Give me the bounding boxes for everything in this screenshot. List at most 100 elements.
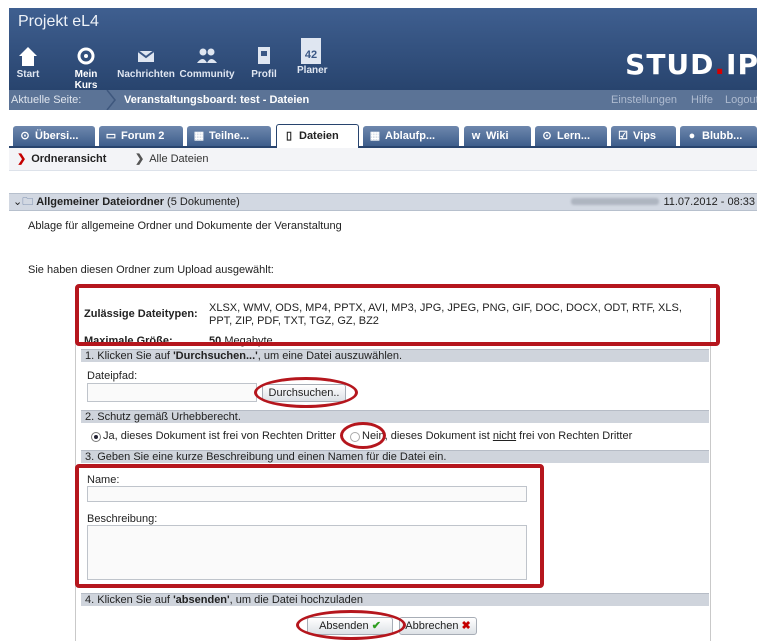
tab-wiki-label: Wiki xyxy=(486,130,509,142)
profile-icon xyxy=(258,47,270,64)
learning-icon: ⊙ xyxy=(542,130,552,142)
step-4-pre: 4. Klicken Sie auf xyxy=(85,594,174,606)
tab-learning[interactable]: ⊙ Lern... xyxy=(535,126,607,146)
step-4-post: , um die Datei hochzuladen xyxy=(229,594,363,606)
nav-community[interactable]: Community xyxy=(179,44,235,80)
studip-logo: STUD.IP xyxy=(625,48,757,81)
folder-header[interactable]: ⌄🗀 Allgemeiner Dateiordner (5 Dokumente) … xyxy=(9,193,757,211)
step-4-bold: 'absenden' xyxy=(173,594,230,606)
nav-mein-kurs[interactable]: Mein Kurs xyxy=(62,44,110,91)
step-1-bold: 'Durchsuchen...' xyxy=(173,350,258,362)
all-files-link[interactable]: ❯ Alle Dateien xyxy=(135,148,209,170)
cancel-button-label: Abbrechen xyxy=(405,620,459,632)
files-icon: ▯ xyxy=(285,130,293,142)
step-2-header: 2. Schutz gemäß Urhebberecht. xyxy=(81,410,709,423)
blubber-icon: ● xyxy=(688,130,696,142)
forum-icon: ▭ xyxy=(105,130,117,142)
annotation-highlight-radio-no xyxy=(340,422,386,449)
chevron-right-icon: ❯ xyxy=(135,153,145,165)
tab-files-label: Dateien xyxy=(299,130,339,142)
chevron-right-icon xyxy=(106,90,116,110)
nav-planer[interactable]: 42 Planer xyxy=(297,38,328,76)
copyright-yes-label[interactable]: Ja, dieses Dokument ist frei von Rechten… xyxy=(103,430,336,442)
logout-link[interactable]: Logout xyxy=(725,90,757,110)
tab-vips-label: Vips xyxy=(633,130,657,142)
tab-learning-label: Lern... xyxy=(557,130,591,142)
blurred-author xyxy=(571,198,659,205)
annotation-highlight-browse xyxy=(254,377,358,408)
nav-mein-kurs-label: Mein Kurs xyxy=(74,69,98,91)
upload-notice: Sie haben diesen Ordner zum Upload ausge… xyxy=(28,264,274,276)
step-1-header: 1. Klicken Sie auf 'Durchsuchen...', um … xyxy=(81,349,709,362)
wiki-icon: w xyxy=(471,130,481,142)
breadcrumb: Aktuelle Seite: Veranstaltungsboard: tes… xyxy=(9,90,757,110)
community-icon xyxy=(197,48,217,63)
tab-schedule-label: Ablaufp... xyxy=(385,130,436,142)
annotation-highlight-filetypes xyxy=(75,284,720,346)
copyright-yes-radio[interactable] xyxy=(91,432,101,442)
nav-start[interactable]: Start xyxy=(13,44,43,80)
files-subnav: ❯ Ordneransicht ❯ Alle Dateien xyxy=(9,148,757,171)
nav-community-label: Community xyxy=(179,69,235,80)
filepath-label: Dateipfad: xyxy=(87,370,138,382)
annotation-highlight-submit xyxy=(296,610,406,640)
close-icon: ✖ xyxy=(461,620,471,632)
nav-planer-label: Planer xyxy=(297,65,328,76)
home-icon xyxy=(19,47,37,66)
tab-overview-label: Übersi... xyxy=(35,130,79,142)
tab-wiki[interactable]: w Wiki xyxy=(464,126,531,146)
course-icon xyxy=(77,47,95,65)
tab-participants[interactable]: ▦ Teilne... xyxy=(187,126,271,146)
participants-icon: ▦ xyxy=(193,130,205,142)
folder-date: 11.07.2012 - 08:33 xyxy=(663,196,755,208)
logo-right: IP xyxy=(726,48,757,81)
settings-link[interactable]: Einstellungen xyxy=(611,90,677,110)
chevron-down-icon: ⌄ xyxy=(13,196,23,208)
copyright-no-underline: nicht xyxy=(492,430,517,442)
logo-dot: . xyxy=(714,48,727,81)
tab-vips[interactable]: ☑ Vips xyxy=(611,126,676,146)
tab-forum-label: Forum 2 xyxy=(121,130,165,142)
copyright-no-post: frei von Rechten Dritter xyxy=(516,430,633,442)
copyright-no-label[interactable]: Nein, dieses Dokument ist nicht frei von… xyxy=(362,430,632,442)
app-window: Projekt eL4 Start Mein Kurs Nachrichten … xyxy=(9,8,757,641)
schedule-icon: ▦ xyxy=(369,130,381,142)
all-files-label: Alle Dateien xyxy=(149,153,209,165)
tab-forum[interactable]: ▭ Forum 2 xyxy=(99,126,183,146)
folder-description: Ablage für allgemeine Ordner und Dokumen… xyxy=(28,220,342,232)
folder-view-label: Ordneransicht xyxy=(31,153,107,165)
folder-title: Allgemeiner Dateiordner xyxy=(36,196,164,208)
nav-nachrichten-label: Nachrichten xyxy=(117,69,175,80)
step-3-header: 3. Geben Sie eine kurze Beschreibung und… xyxy=(81,450,709,463)
tab-blubber[interactable]: ● Blubb... xyxy=(680,126,757,146)
course-tabs: ⊙ Übersi... ▭ Forum 2 ▦ Teilne... ▯ Dateien … xyxy=(9,122,757,148)
logo-left: STUD xyxy=(625,48,715,81)
cancel-button[interactable]: Abbrechen ✖ xyxy=(399,617,477,635)
tab-files[interactable]: ▯ Dateien xyxy=(276,124,359,148)
calendar-day: 42 xyxy=(304,49,318,61)
step-1-pre: 1. Klicken Sie auf xyxy=(85,350,174,362)
tab-blubber-label: Blubb... xyxy=(702,130,743,142)
tab-schedule[interactable]: ▦ Ablaufp... xyxy=(363,126,459,146)
step-1-post: , um eine Datei auszuwählen. xyxy=(257,350,403,362)
top-header: Projekt eL4 Start Mein Kurs Nachrichten … xyxy=(9,8,757,91)
app-title: Projekt eL4 xyxy=(18,13,99,30)
folder-view-link[interactable]: ❯ Ordneransicht xyxy=(17,148,106,170)
annotation-highlight-name-description xyxy=(75,464,544,588)
nav-start-label: Start xyxy=(16,69,40,80)
nav-nachrichten[interactable]: Nachrichten xyxy=(116,44,176,80)
vips-icon: ☑ xyxy=(618,130,628,142)
breadcrumb-label: Aktuelle Seite: xyxy=(11,94,82,106)
help-link[interactable]: Hilfe xyxy=(691,90,713,110)
filepath-input[interactable] xyxy=(87,383,257,402)
folder-count: (5 Dokumente) xyxy=(167,196,240,208)
chevron-right-icon: ❯ xyxy=(17,153,27,165)
tab-participants-label: Teilne... xyxy=(209,130,250,142)
nav-profil-label: Profil xyxy=(251,69,277,80)
breadcrumb-current-page: Veranstaltungsboard: test - Dateien xyxy=(124,94,310,106)
calendar-icon: 42 xyxy=(301,38,321,64)
folder-icon: 🗀 xyxy=(22,196,34,208)
nav-profil[interactable]: Profil xyxy=(250,44,278,80)
mail-icon xyxy=(137,50,155,62)
tab-overview[interactable]: ⊙ Übersi... xyxy=(13,126,95,146)
